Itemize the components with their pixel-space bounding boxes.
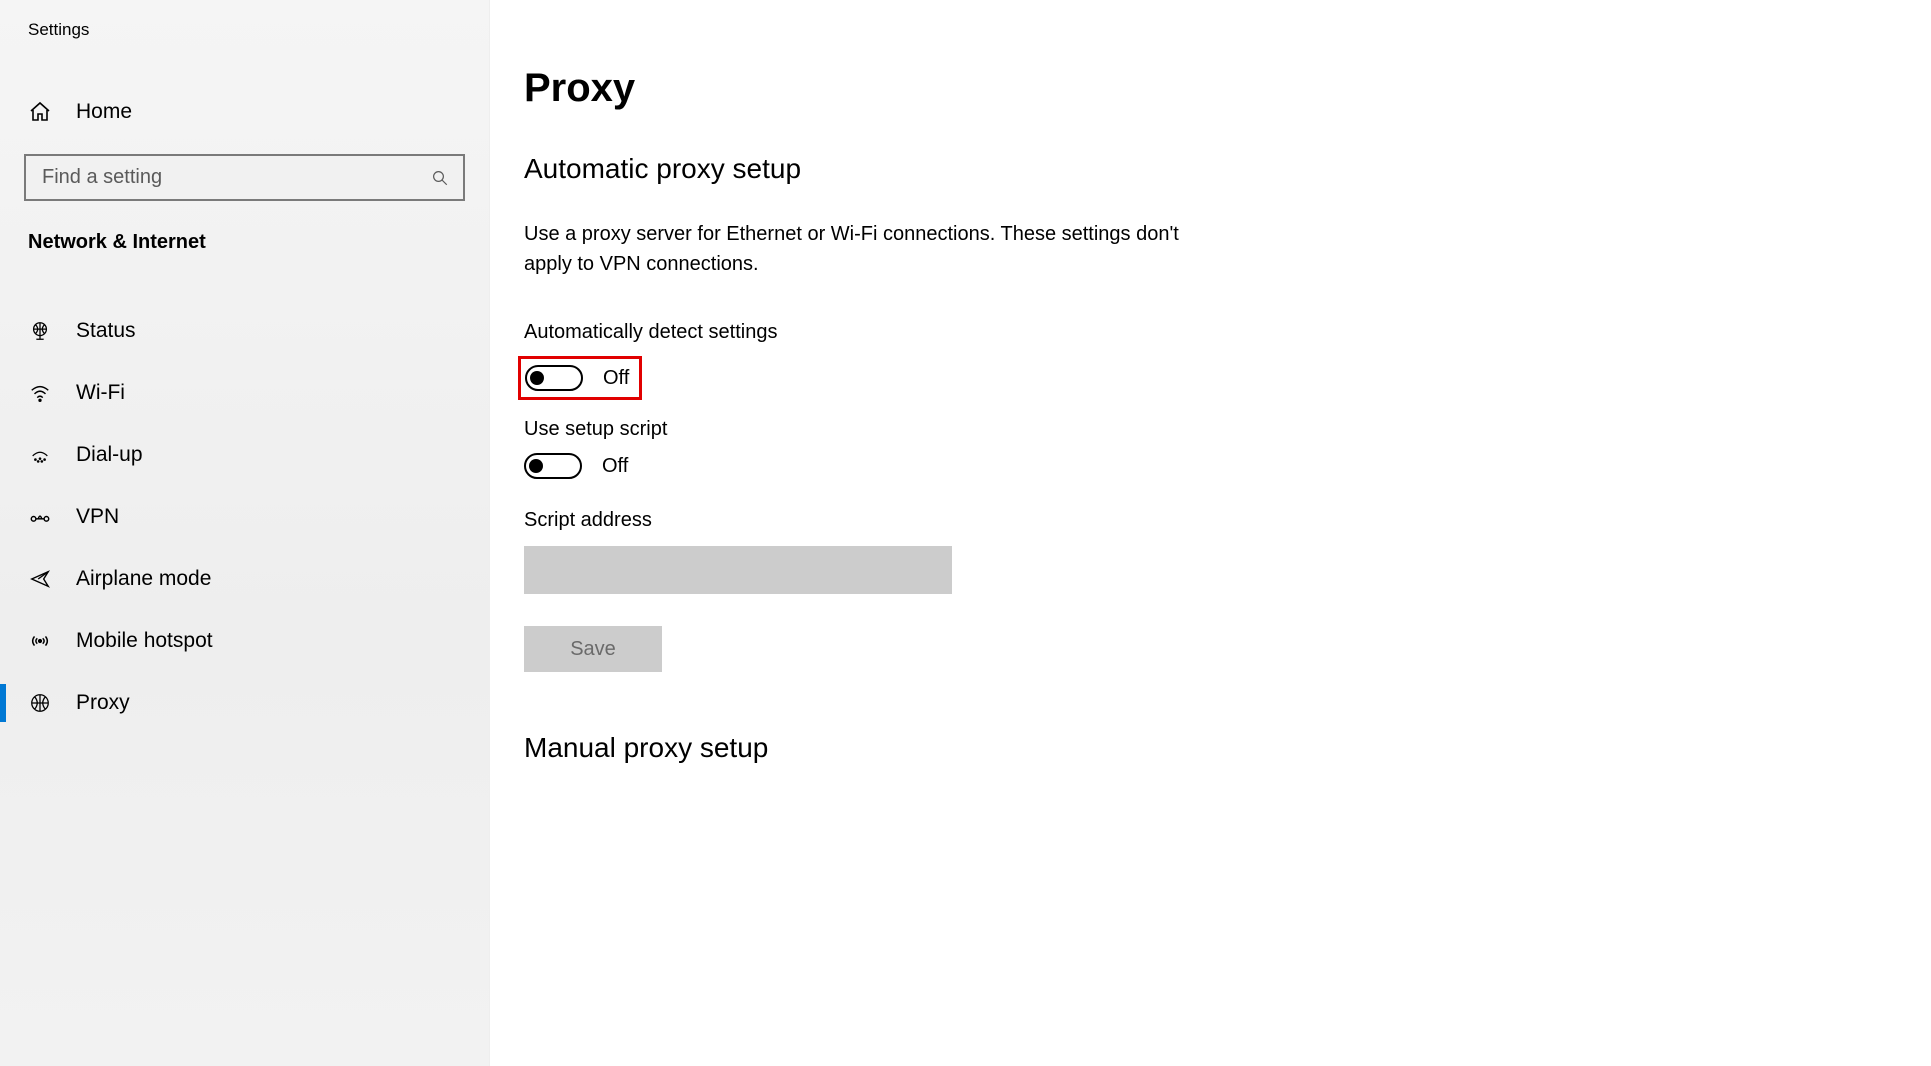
sidebar-home-label: Home [76,100,132,124]
search-input[interactable] [42,156,431,199]
sidebar-item-label: Wi-Fi [76,381,125,405]
search-box[interactable] [24,154,465,201]
section-title-manual: Manual proxy setup [524,732,1931,764]
sidebar-item-airplane[interactable]: Airplane mode [0,548,489,610]
use-script-label: Use setup script [524,418,1931,441]
sidebar-item-label: VPN [76,505,119,529]
main-content: Proxy Automatic proxy setup Use a proxy … [490,0,1931,1066]
sidebar-item-hotspot[interactable]: Mobile hotspot [0,610,489,672]
page-title: Proxy [524,66,1931,111]
sidebar-item-dialup[interactable]: Dial-up [0,424,489,486]
auto-detect-toggle[interactable] [525,365,583,391]
hotspot-icon [28,629,52,653]
highlight-auto-detect: Off [518,356,642,400]
toggle-knob [530,371,544,385]
home-icon [28,100,52,124]
globe-icon [28,691,52,715]
sidebar-item-label: Airplane mode [76,567,211,591]
auto-detect-state: Off [603,367,629,390]
wifi-icon [28,381,52,405]
dialup-icon [28,443,52,467]
sidebar-item-label: Proxy [76,691,130,715]
script-address-input[interactable] [524,546,952,594]
vpn-icon [28,505,52,529]
script-address-label: Script address [524,509,1931,532]
airplane-icon [28,567,52,591]
sidebar-item-wifi[interactable]: Wi-Fi [0,362,489,424]
sidebar-item-label: Status [76,319,136,343]
search-icon [431,169,449,187]
category-title: Network & Internet [0,201,489,270]
globe-stand-icon [28,319,52,343]
section-body-auto: Use a proxy server for Ethernet or Wi-Fi… [524,219,1184,279]
toggle-knob [529,459,543,473]
section-title-auto: Automatic proxy setup [524,153,1931,185]
use-script-toggle[interactable] [524,453,582,479]
sidebar-item-label: Mobile hotspot [76,629,213,653]
settings-sidebar: Settings Home Network & Internet [0,0,490,1066]
sidebar-nav: Status Wi-Fi [0,300,489,734]
auto-detect-label: Automatically detect settings [524,321,1931,344]
sidebar-item-label: Dial-up [76,443,143,467]
sidebar-item-status[interactable]: Status [0,300,489,362]
sidebar-item-proxy[interactable]: Proxy [0,672,489,734]
use-script-state: Off [602,455,628,478]
app-title: Settings [0,15,489,40]
sidebar-home[interactable]: Home [0,88,489,136]
sidebar-item-vpn[interactable]: VPN [0,486,489,548]
save-button[interactable]: Save [524,626,662,672]
